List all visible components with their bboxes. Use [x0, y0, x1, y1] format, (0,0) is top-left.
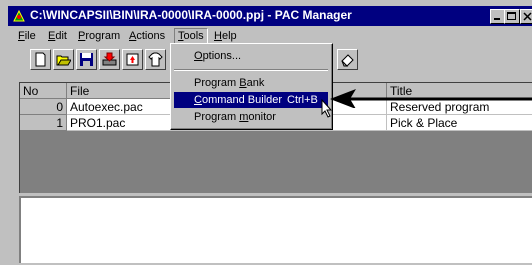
- close-button[interactable]: [520, 9, 532, 24]
- upload-icon: [126, 53, 139, 66]
- menu-tools[interactable]: Tools: [174, 28, 208, 44]
- row-number[interactable]: 1: [20, 115, 67, 131]
- menu-edit[interactable]: Edit: [48, 29, 67, 43]
- arrow-pointer-icon: [330, 89, 532, 108]
- table-cell-file[interactable]: PRO1.pac: [67, 115, 187, 131]
- menu-program[interactable]: Program: [78, 29, 120, 43]
- maximize-button[interactable]: [504, 9, 520, 24]
- open-button[interactable]: [53, 49, 74, 70]
- table-cell-title[interactable]: Pick & Place: [387, 115, 532, 131]
- window-title: C:\WINCAPSII\BIN\IRA-0000\IRA-0000.ppj -…: [30, 8, 352, 22]
- menu-file[interactable]: File: [18, 29, 36, 43]
- minimize-icon: [494, 18, 500, 20]
- pac-manager-window: C:\WINCAPSII\BIN\IRA-0000\IRA-0000.ppj -…: [0, 0, 532, 265]
- menu-item-program-bank[interactable]: Program Bank: [174, 75, 328, 91]
- eraser-button[interactable]: [337, 49, 358, 70]
- menu-actions[interactable]: Actions: [129, 29, 165, 43]
- title-bar[interactable]: C:\WINCAPSII\BIN\IRA-0000\IRA-0000.ppj -…: [8, 6, 532, 26]
- output-pane[interactable]: [19, 196, 532, 263]
- download-icon: [102, 52, 117, 66]
- menu-separator: [174, 69, 328, 71]
- menu-help[interactable]: Help: [214, 29, 237, 43]
- new-file-button[interactable]: [30, 49, 51, 70]
- menu-bar: File Edit Program Actions Tools Help: [8, 27, 532, 44]
- save-icon: [80, 53, 93, 66]
- shirt-icon: [148, 52, 163, 67]
- menu-item-program-monitor[interactable]: Program monitor: [174, 109, 328, 125]
- shortcut-label: Ctrl+B: [287, 94, 318, 106]
- menu-item-command-builder[interactable]: Command Builder Ctrl+B: [174, 92, 328, 108]
- shirt-button[interactable]: [145, 49, 166, 70]
- tools-dropdown-menu: Options... Program Bank Command Builder C…: [170, 43, 333, 130]
- app-icon[interactable]: [12, 9, 26, 23]
- close-icon: [523, 12, 532, 21]
- maximize-icon: [507, 12, 516, 20]
- row-number[interactable]: 0: [20, 99, 67, 115]
- menu-item-options[interactable]: Options...: [174, 48, 328, 64]
- eraser-icon: [341, 54, 354, 67]
- open-folder-icon: [56, 55, 71, 66]
- upload-button[interactable]: [122, 49, 143, 70]
- save-button[interactable]: [76, 49, 97, 70]
- mouse-cursor-icon: [321, 99, 333, 118]
- column-header-no[interactable]: No: [20, 83, 67, 99]
- download-button[interactable]: [99, 49, 120, 70]
- table-cell-file[interactable]: Autoexec.pac: [67, 99, 187, 115]
- new-file-icon: [35, 52, 46, 67]
- column-header-file[interactable]: File: [67, 83, 187, 99]
